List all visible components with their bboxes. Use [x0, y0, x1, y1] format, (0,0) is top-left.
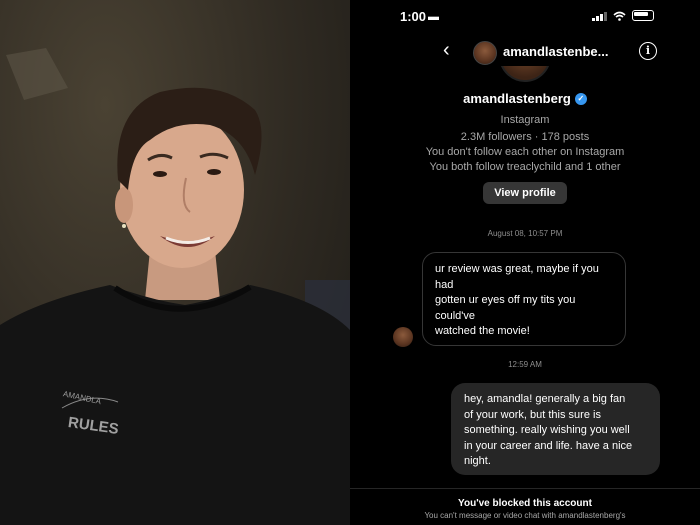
blocked-title: You've blocked this account: [458, 498, 592, 509]
message-line: night.: [464, 455, 491, 467]
cellular-signal-icon: [592, 11, 607, 21]
status-bar: 1:00 ▬: [350, 0, 700, 30]
blocked-subtitle: You can't message or video chat with ama…: [424, 511, 626, 520]
profile-username: amandlastenberg: [463, 91, 571, 106]
wall-fixture: [6, 48, 68, 100]
message-line: could've: [435, 309, 476, 322]
battery-icon: [632, 10, 654, 21]
incoming-message[interactable]: ur review was great, maybe if you had go…: [422, 252, 626, 346]
person-photo: AMANDLA RULES: [0, 48, 350, 525]
message-timestamp: August 08, 10:57 PM: [487, 229, 563, 238]
message-line: gotten ur eyes off my tits you: [435, 294, 576, 306]
outgoing-message[interactable]: hey, amandla! generally a big fan of you…: [451, 383, 660, 475]
blocked-banner: You've blocked this account You can't me…: [350, 488, 700, 525]
chevron-left-icon[interactable]: ‹: [443, 40, 450, 60]
mutual-followers: You both follow treaclychild and 1 other: [429, 161, 621, 173]
message-line: of your work, but this sure is: [464, 408, 601, 421]
status-icons: [592, 10, 654, 21]
earring: [122, 224, 126, 228]
header-avatar[interactable]: [473, 41, 497, 65]
chat-header: ‹ amandlastenbe... i: [350, 35, 700, 69]
dm-screen: 1:00 ▬ ‹ amandlastenbe... i amandlastenb…: [350, 0, 700, 525]
shirt: [0, 285, 350, 525]
message-line: in your career and life. have a nice: [464, 439, 633, 452]
header-username[interactable]: amandlastenbe...: [503, 44, 608, 59]
message-line: had: [435, 278, 454, 291]
profile-avatar[interactable]: [499, 66, 551, 82]
info-icon[interactable]: i: [639, 42, 657, 60]
message-timestamp: 12:59 AM: [508, 360, 542, 369]
view-profile-button[interactable]: View profile: [483, 182, 567, 204]
profile-username-row: amandlastenberg ✓: [463, 91, 587, 106]
message-line: hey, amandla! generally a big fan: [464, 393, 626, 405]
wifi-icon: [613, 11, 626, 21]
profile-card: amandlastenberg ✓ Instagram 2.3M followe…: [350, 90, 700, 204]
sender-avatar[interactable]: [393, 327, 413, 347]
message-line: ur review was great, maybe if you: [435, 263, 599, 275]
ear: [115, 187, 133, 223]
status-time: 1:00: [400, 9, 427, 24]
car-icon: ▬: [428, 11, 439, 23]
message-line: watched the movie!: [435, 325, 530, 337]
verified-badge-icon: ✓: [574, 92, 587, 105]
follow-status: You don't follow each other on Instagram: [425, 146, 625, 158]
message-line: something. really wishing you well: [464, 424, 630, 436]
profile-stats: 2.3M followers · 178 posts: [460, 131, 590, 143]
profile-platform: Instagram: [500, 114, 550, 126]
video-frame: AMANDLA RULES: [0, 0, 350, 525]
